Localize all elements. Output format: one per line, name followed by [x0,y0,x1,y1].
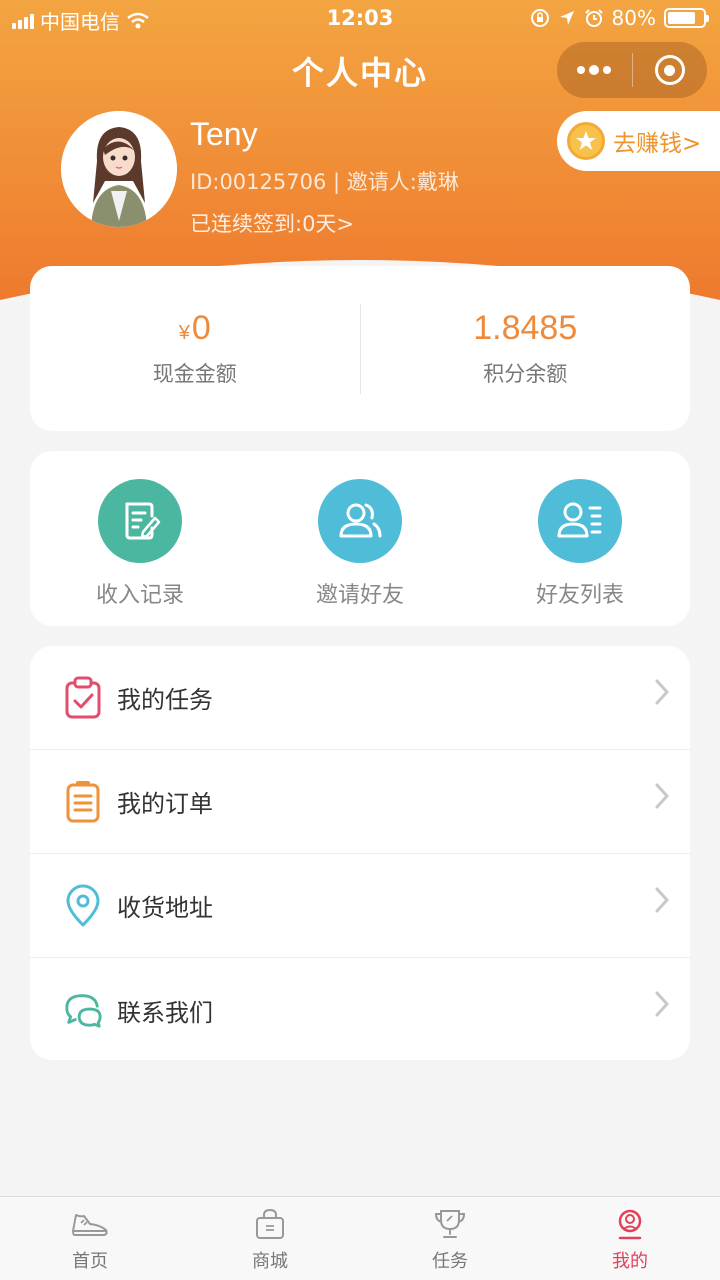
user-id-line: ID:00125706 | 邀请人:戴琳 [190,170,459,194]
location-pin-icon [63,884,103,928]
friends-icon [318,479,402,563]
friend-list-label: 好友列表 [535,583,624,608]
income-record-label: 收入记录 [95,583,184,608]
friend-list-button[interactable]: 好友列表 [470,451,690,626]
my-orders-item[interactable]: 我的订单 [30,750,690,854]
my-tasks-label: 我的任务 [117,686,213,714]
quick-actions-card: 收入记录 邀请好友 好友列表 [30,451,690,626]
chevron-right-icon [655,783,670,809]
sign-in-streak-link[interactable]: 已连续签到:0天> [190,208,354,238]
bottom-tab-bar: 首页 商城 任务 我的 [0,1196,720,1280]
balance-card: ¥0 现金金额 1.8485 积分余额 [30,266,690,431]
battery-percent: 80% [611,6,656,30]
my-tasks-item[interactable]: 我的任务 [30,646,690,750]
earn-money-button[interactable]: 去赚钱> [557,111,720,171]
avatar[interactable] [61,111,177,227]
location-arrow-icon [559,11,574,25]
mini-program-capsule [557,42,707,98]
user-name: Teny [190,116,258,152]
chat-bubbles-icon [63,988,103,1032]
rotation-lock-icon [530,9,549,27]
points-balance-value: 1.8485 [473,309,578,347]
shipping-address-item[interactable]: 收货地址 [30,854,690,958]
cash-balance-label: 现金金额 [152,362,237,386]
invite-friends-button[interactable]: 邀请好友 [250,451,470,626]
points-balance-label: 积分余额 [483,362,568,386]
shoe-icon [70,1207,110,1241]
points-balance[interactable]: 1.8485 积分余额 [361,309,691,388]
battery-icon [664,8,709,28]
target-icon [654,55,685,85]
contact-us-item[interactable]: 联系我们 [30,958,690,1062]
more-button[interactable] [557,42,632,98]
tab-mine[interactable]: 我的 [540,1197,720,1280]
user-icon [610,1207,650,1241]
chevron-right-icon [655,887,670,913]
trophy-icon [430,1207,470,1241]
tab-home[interactable]: 首页 [0,1197,180,1280]
clipboard-check-icon [63,676,103,720]
earn-money-label: 去赚钱> [613,131,702,157]
cash-balance[interactable]: ¥0 现金金额 [30,309,360,388]
tab-tasks[interactable]: 任务 [360,1197,540,1280]
order-list-icon [63,780,103,824]
edit-note-icon [98,479,182,563]
friend-list-icon [538,479,622,563]
alarm-icon [584,9,603,27]
cash-balance-value: ¥0 [178,309,211,347]
income-record-button[interactable]: 收入记录 [30,451,250,626]
chevron-right-icon [655,991,670,1017]
star-coin-icon [567,122,605,160]
shopping-bag-icon [250,1207,290,1241]
menu-list: 我的任务 我的订单 收货地址 联系我们 [30,646,690,1060]
tab-tasks-label: 任务 [432,1251,468,1272]
tab-mall-label: 商城 [252,1251,288,1272]
tab-mine-label: 我的 [612,1251,648,1272]
my-orders-label: 我的订单 [117,790,213,818]
close-mini-program-button[interactable] [633,42,708,98]
status-bar: 中国电信 12:03 80% [0,0,720,38]
invite-friends-label: 邀请好友 [315,583,404,608]
shipping-address-label: 收货地址 [117,894,213,922]
contact-us-label: 联系我们 [117,998,213,1027]
chevron-right-icon [655,679,670,705]
tab-mall[interactable]: 商城 [180,1197,360,1280]
more-dots-icon [577,64,612,75]
tab-home-label: 首页 [72,1251,108,1272]
